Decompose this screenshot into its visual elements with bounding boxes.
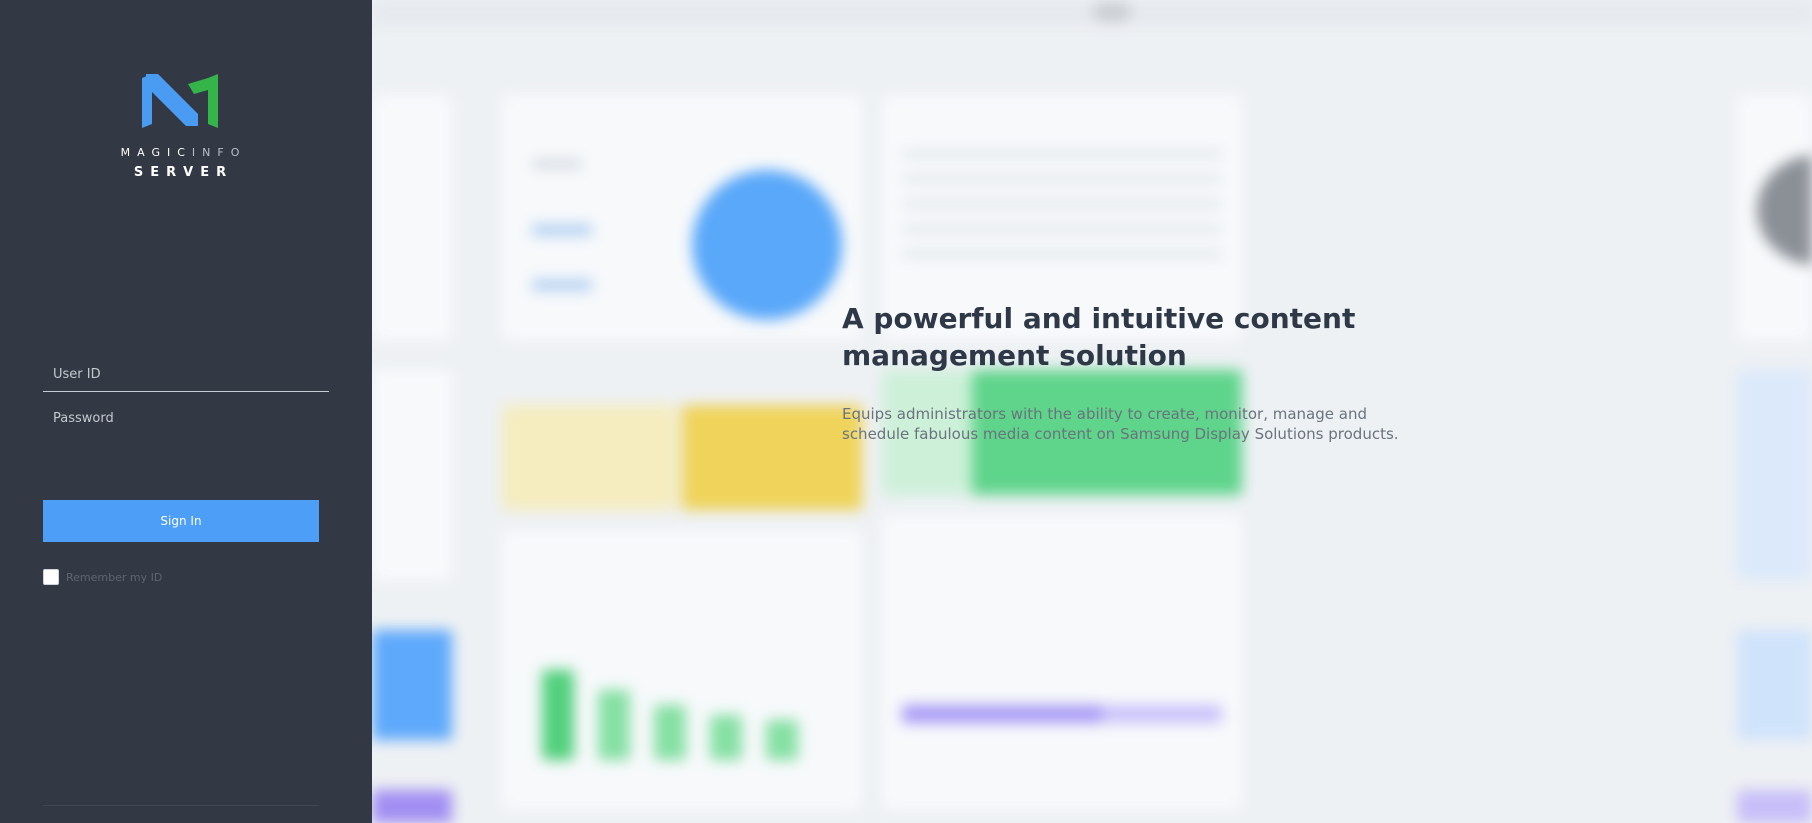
magicinfo-logo: MAGICINFO SERVER (0, 74, 360, 180)
background-card (1737, 630, 1812, 740)
remember-my-id[interactable]: Remember my ID (43, 569, 162, 585)
magicinfo-m-logo-icon (142, 74, 218, 128)
logo-wordmark: MAGICINFO (0, 146, 360, 159)
background-card (372, 95, 452, 340)
logo-word-server: SERVER (133, 165, 234, 180)
background-card (502, 95, 862, 340)
login-panel: MAGICINFO SERVER Sign In Remember my ID (0, 0, 372, 823)
hero-description: Equips administrators with the ability t… (842, 405, 1399, 443)
background-tile (372, 630, 452, 740)
hero-section: A powerful and intuitive content managem… (842, 300, 1402, 444)
background-avatar (1092, 2, 1132, 22)
background-tile (372, 790, 452, 823)
background-card (1737, 370, 1812, 580)
remember-my-id-label[interactable]: Remember my ID (66, 571, 162, 584)
background-tile (682, 405, 862, 510)
remember-my-id-checkbox[interactable] (43, 569, 59, 585)
background-tile (502, 405, 677, 510)
password-input[interactable] (43, 401, 329, 435)
logo-word-info: INFO (191, 146, 247, 159)
sign-in-button[interactable]: Sign In (43, 500, 319, 542)
background-card (882, 515, 1242, 810)
user-id-input[interactable] (43, 358, 329, 392)
background-card (1737, 95, 1812, 340)
logo-word-magic: MAGIC (120, 146, 192, 159)
hero-title: A powerful and intuitive content managem… (842, 302, 1356, 372)
background-card (372, 370, 452, 580)
background-card (502, 530, 862, 810)
background-tile (1737, 790, 1812, 823)
sidebar-divider (43, 805, 319, 806)
